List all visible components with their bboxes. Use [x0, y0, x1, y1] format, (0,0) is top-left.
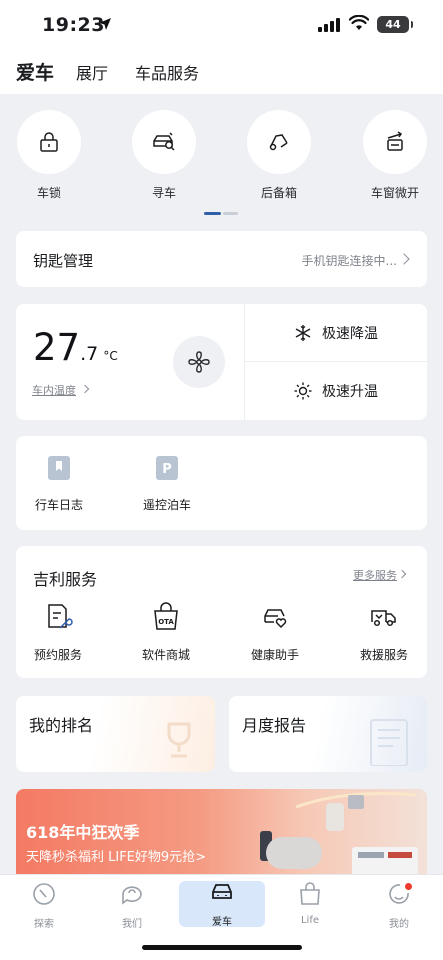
tab-explore[interactable]: 探索 [1, 881, 87, 930]
bookmark-icon [48, 456, 70, 480]
quick-action-label: 后备箱 [260, 186, 297, 200]
monthly-report-title: 月度报告 [242, 716, 307, 735]
tab-showroom[interactable]: 展厅 [76, 60, 108, 84]
trunk-icon [269, 134, 288, 151]
snowflake-icon [295, 324, 311, 341]
promo-products-image [260, 792, 418, 877]
quick-action-trunk[interactable]: 后备箱 [246, 110, 312, 201]
chevron-right-icon [398, 253, 410, 265]
page-dot [223, 212, 238, 215]
window-icon [387, 131, 403, 151]
tool-remote-parking[interactable]: P 遥控泊车 [142, 456, 192, 513]
home-indicator [142, 945, 302, 950]
tool-label: 遥控泊车 [142, 498, 191, 512]
rapid-heat-label: 极速升温 [322, 383, 378, 400]
top-nav: 爱车 展厅 车品服务 [0, 52, 443, 94]
tab-community[interactable]: 我们 [89, 881, 175, 930]
appointment-icon [48, 604, 73, 629]
temperature-unit: °C [103, 349, 118, 363]
status-bar: 19:23 44 [0, 0, 443, 52]
rescue-truck-icon [371, 610, 396, 627]
quick-action-label: 寻车 [151, 186, 176, 200]
service-label: 预约服务 [33, 648, 82, 662]
page-indicator [204, 212, 238, 215]
page-dot-active [204, 212, 221, 215]
services-title: 吉利服务 [33, 570, 98, 589]
rapid-cool-label: 极速降温 [322, 325, 378, 342]
service-label: 软件商城 [141, 648, 190, 662]
rapid-cool-button[interactable]: 极速降温 [245, 304, 427, 361]
quick-action-find-car[interactable]: 寻车 [131, 110, 197, 201]
key-connection-status: 手机钥匙连接中... [301, 254, 397, 268]
tab-car-services[interactable]: 车品服务 [135, 60, 199, 84]
svg-text:OTA: OTA [158, 618, 174, 626]
my-ranking-card[interactable]: 我的排名 [16, 696, 215, 772]
service-software-store[interactable]: OTA 软件商城 [123, 602, 209, 663]
service-rescue[interactable]: 救援服务 [341, 602, 427, 663]
tab-profile[interactable]: 我的 [356, 881, 442, 930]
cabin-temperature: 27.7 °C [33, 326, 118, 369]
service-label: 救援服务 [359, 648, 408, 662]
tab-my-car[interactable]: 爱车 [16, 58, 54, 85]
sun-icon [294, 382, 312, 399]
tab-label: 爱车 [212, 917, 232, 928]
service-health-assistant[interactable]: 健康助手 [232, 602, 318, 663]
geely-services-card: 吉利服务 更多服务 预约服务 OTA 软件商城 健康助手 救援服务 [16, 546, 427, 678]
cabin-temperature-link[interactable]: 车内温度 [32, 382, 76, 398]
key-management-card[interactable]: 钥匙管理 手机钥匙连接中... [16, 231, 427, 287]
my-ranking-title: 我的排名 [29, 716, 94, 735]
temperature-integer: 27 [33, 326, 81, 369]
tool-label: 行车日志 [34, 498, 83, 512]
health-car-icon [264, 609, 287, 629]
monthly-report-card[interactable]: 月度报告 [229, 696, 427, 772]
chevron-right-icon [397, 569, 407, 579]
tab-label: Life [300, 915, 320, 926]
promo-banner[interactable]: 618年中狂欢季 天降秒杀福利 LIFE好物9元抢> [16, 789, 427, 879]
chat-bubble-icon [122, 886, 142, 905]
tab-my-car-bottom[interactable]: 爱车 [179, 881, 265, 928]
quick-action-label: 车窗微开 [370, 186, 419, 200]
quick-action-lock[interactable]: 车锁 [16, 110, 82, 201]
quick-action-window[interactable]: 车窗微开 [362, 110, 428, 201]
tab-label: 我的 [389, 919, 409, 930]
chevron-right-icon [80, 384, 90, 394]
compass-icon [33, 883, 55, 905]
parking-icon: P [156, 456, 178, 480]
service-appointment[interactable]: 预约服务 [15, 602, 101, 663]
fan-button[interactable] [173, 336, 225, 388]
tool-driving-log[interactable]: 行车日志 [34, 456, 84, 513]
promo-subtitle: 天降秒杀福利 LIFE好物9元抢> [26, 850, 207, 865]
report-document-icon [370, 719, 408, 766]
car-front-icon [212, 884, 232, 899]
rapid-heat-button[interactable]: 极速升温 [245, 362, 427, 419]
trophy-icon [167, 722, 191, 758]
battery-indicator: 44 [377, 16, 413, 33]
find-car-icon [153, 132, 175, 151]
cellular-signal-icon [318, 18, 340, 32]
quick-action-label: 车锁 [36, 186, 61, 200]
location-arrow-icon [99, 18, 111, 30]
climate-card: 27.7 °C 车内温度 极速降温 极速升温 [16, 304, 427, 420]
wifi-icon [349, 15, 369, 30]
clock: 19:23 [42, 14, 105, 36]
fan-icon [188, 351, 210, 373]
service-label: 健康助手 [250, 648, 299, 662]
tools-card: 行车日志 P 遥控泊车 [16, 436, 427, 530]
svg-text:P: P [162, 462, 172, 477]
shopping-bag-icon [300, 882, 320, 905]
tab-label: 我们 [122, 919, 142, 930]
quick-actions: 车锁 寻车 后备箱 车窗微开 [0, 94, 443, 220]
promo-title: 618年中狂欢季 [26, 823, 140, 842]
tab-label: 探索 [34, 919, 54, 930]
tab-life[interactable]: Life [267, 881, 353, 926]
key-management-title: 钥匙管理 [33, 252, 94, 270]
notification-badge [405, 883, 412, 890]
more-services-link[interactable]: 更多服务 [353, 567, 397, 583]
lock-icon [40, 132, 58, 152]
ota-shop-icon: OTA [154, 602, 178, 630]
temperature-decimal: .7 [80, 343, 99, 365]
